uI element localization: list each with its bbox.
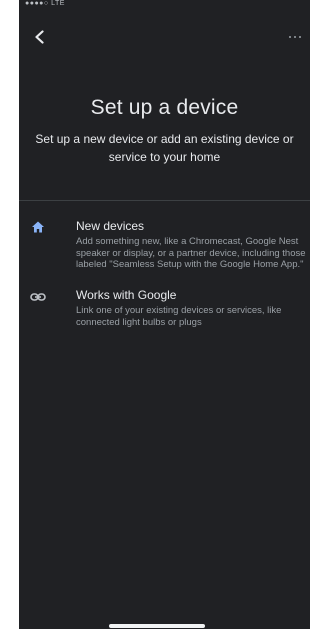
new-devices-option[interactable]: New devices Add something new, like a Ch… [19, 219, 310, 289]
works-with-google-option[interactable]: Works with Google Link one of your exist… [19, 288, 310, 338]
more-options-button[interactable] [284, 26, 306, 48]
new-devices-description: Add something new, like a Chromecast, Go… [76, 236, 306, 270]
home-icon [32, 221, 44, 233]
top-app-bar [19, 22, 310, 52]
divider [19, 200, 310, 201]
works-with-google-description: Link one of your existing devices or ser… [76, 305, 282, 328]
more-horiz-icon [289, 36, 301, 38]
chevron-left-icon [35, 30, 44, 44]
setup-screen: ●●●●○ LTE Set up a device Set up a new d… [19, 0, 310, 629]
back-button[interactable] [29, 26, 51, 48]
home-indicator[interactable] [109, 624, 205, 628]
page-subtitle: Set up a new device or add an existing d… [35, 132, 294, 164]
works-with-google-title: Works with Google [76, 288, 177, 302]
status-bar: ●●●●○ LTE [25, 0, 65, 7]
page-header: Set up a device Set up a new device or a… [19, 96, 310, 166]
new-devices-title: New devices [76, 219, 145, 233]
link-icon [30, 293, 46, 301]
page-title: Set up a device [90, 96, 239, 119]
